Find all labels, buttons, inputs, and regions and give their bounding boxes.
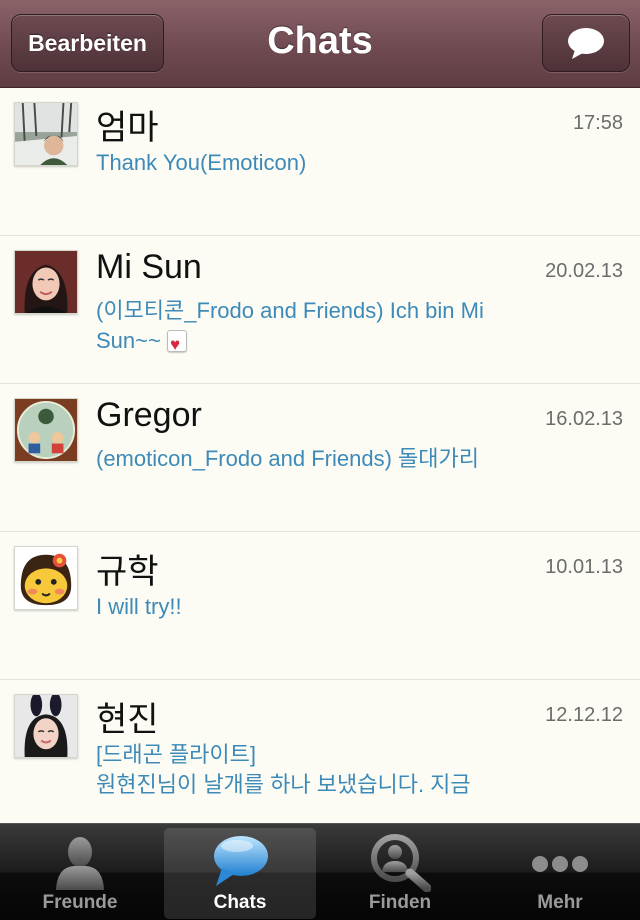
- avatar: [14, 102, 78, 166]
- chat-preview: [드래곤 플라이트] 원현진님이 날개를 하나 보냈습니다. 지금: [96, 740, 551, 800]
- chat-name: Mi Sun: [96, 248, 202, 286]
- compose-button[interactable]: [542, 14, 630, 72]
- chat-preview-line: 원현진님이 날개를 하나 보냈습니다. 지금: [96, 772, 471, 797]
- chat-timestamp: 17:58: [572, 112, 623, 134]
- avatar: [14, 250, 78, 314]
- chat-preview: (emoticon_Frodo and Friends) 돌대가리: [96, 446, 479, 471]
- avatar: [14, 398, 78, 462]
- heart-emoticon-icon: [166, 330, 187, 360]
- person-icon: [56, 837, 104, 890]
- chat-preview: Thank You(Emoticon): [96, 150, 307, 175]
- chat-row[interactable]: 현진 12.12.12 [드래곤 플라이트] 원현진님이 날개를 하나 보냈습니…: [0, 680, 640, 823]
- more-dots-icon: [532, 856, 588, 872]
- chat-timestamp: 20.02.13: [545, 260, 623, 282]
- tab-bar: Freunde Chats Finden Mehr: [0, 823, 640, 920]
- tab-label: Mehr: [537, 892, 583, 913]
- avatar: [14, 694, 78, 758]
- tab-mehr[interactable]: Mehr: [484, 828, 636, 919]
- chat-name: 현진: [96, 701, 159, 739]
- chat-name: Gregor: [96, 396, 202, 434]
- chat-row[interactable]: 규학 10.01.13 I will try!!: [0, 532, 640, 680]
- chat-list: 엄마 17:58 Thank You(Emoticon) Mi Sun 20.0…: [0, 88, 640, 823]
- chat-name: 엄마: [96, 109, 159, 147]
- tab-label: Chats: [213, 892, 267, 913]
- chat-preview-line: [드래곤 플라이트]: [96, 742, 257, 767]
- chat-timestamp: 12.12.12: [545, 704, 623, 726]
- navigation-bar: Bearbeiten Chats: [0, 0, 640, 88]
- chat-bubble-icon: [214, 836, 268, 886]
- tab-label: Freunde: [42, 892, 118, 913]
- tab-label: Finden: [368, 892, 432, 913]
- chat-preview: (이모티콘_Frodo and Friends) Ich bin Mi Sun~…: [96, 296, 551, 360]
- avatar: [14, 546, 78, 610]
- tab-chats[interactable]: Chats: [164, 828, 316, 919]
- chat-row[interactable]: Gregor 16.02.13 (emoticon_Frodo and Frie…: [0, 384, 640, 532]
- chat-row[interactable]: Mi Sun 20.02.13 (이모티콘_Frodo and Friends)…: [0, 236, 640, 384]
- search-person-icon: [371, 834, 431, 892]
- chat-name: 규학: [96, 553, 159, 591]
- chat-timestamp: 10.01.13: [545, 556, 623, 578]
- chat-preview: I will try!!: [96, 594, 182, 619]
- chat-row[interactable]: 엄마 17:58 Thank You(Emoticon): [0, 88, 640, 236]
- chat-timestamp: 16.02.13: [545, 408, 623, 430]
- chat-preview-text: (이모티콘_Frodo and Friends) Ich bin Mi Sun~…: [96, 298, 484, 353]
- tab-finden[interactable]: Finden: [324, 828, 476, 919]
- speech-bubble-icon: [568, 28, 604, 59]
- tab-freunde[interactable]: Freunde: [4, 828, 156, 919]
